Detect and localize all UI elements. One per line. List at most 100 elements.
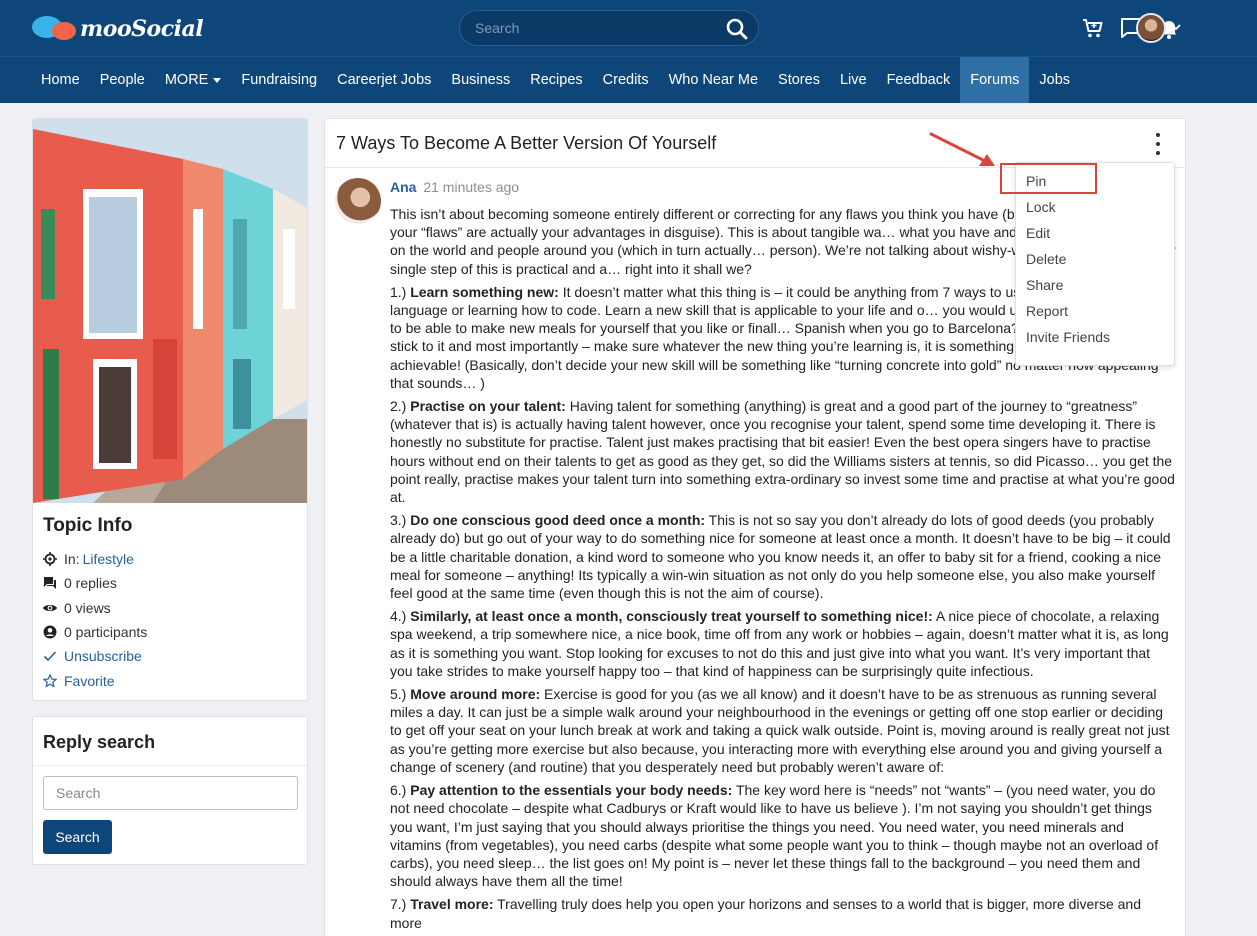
nav-item-label: Careerjet Jobs (337, 72, 432, 88)
nav-item-label: Forums (970, 72, 1020, 88)
check-icon (43, 649, 57, 663)
nav-item-recipes[interactable]: Recipes (520, 57, 592, 103)
nav-item-stores[interactable]: Stores (768, 57, 830, 103)
nav-item-credits[interactable]: Credits (593, 57, 659, 103)
nav-item-home[interactable]: Home (31, 57, 90, 103)
post-point: 2.) Practise on your talent: Having tale… (390, 397, 1176, 506)
topic-info: Topic Info In: Lifestyle 0 replies 0 vie… (43, 515, 147, 693)
menu-item-invite-friends[interactable]: Invite Friends (1016, 324, 1174, 350)
post-time: 21 minutes ago (423, 179, 520, 195)
top-header: mooSocial (0, 0, 1257, 56)
nav-item-who-near-me[interactable]: Who Near Me (659, 57, 768, 103)
logo-text: mooSocial (80, 16, 204, 42)
nav-item-jobs[interactable]: Jobs (1029, 57, 1080, 103)
topic-image (33, 119, 307, 503)
point-heading: Similarly, at least once a month, consci… (410, 608, 933, 625)
point-number: 5.) (390, 686, 407, 703)
logo-icon (32, 14, 78, 44)
star-icon (43, 673, 57, 688)
account-icon (43, 625, 57, 639)
views-count: 0 views (64, 599, 111, 616)
favorite-row[interactable]: Favorite (43, 668, 147, 692)
reply-search-card: Reply search Search (32, 716, 308, 865)
point-number: 2.) (390, 398, 407, 415)
menu-item-edit[interactable]: Edit (1016, 220, 1174, 246)
point-heading: Do one conscious good deed once a month: (410, 512, 706, 529)
nav-item-label: Recipes (530, 72, 583, 88)
nav-item-label: Home (41, 72, 80, 88)
topic-participants-row: 0 participants (43, 620, 147, 644)
nav-item-feedback[interactable]: Feedback (877, 57, 961, 103)
point-text: The key word here is “needs” not “wants”… (390, 782, 1159, 890)
post-point: 3.) Do one conscious good deed once a mo… (390, 511, 1176, 602)
nav-item-fundraising[interactable]: Fundraising (231, 57, 327, 103)
post-point: 4.) Similarly, at least once a month, co… (390, 607, 1176, 680)
annotation-arrow (929, 132, 995, 166)
nav-item-more[interactable]: MORE (155, 57, 232, 103)
more-options-icon[interactable] (1153, 133, 1163, 155)
point-text: Travelling truly does help you open your… (390, 896, 1141, 931)
point-number: 3.) (390, 512, 407, 529)
post-point: 7.) Travel more: Travelling truly does h… (390, 895, 1176, 931)
post-meta: Ana 21 minutes ago (390, 179, 519, 195)
point-number: 4.) (390, 608, 407, 625)
caret-down-icon (213, 77, 222, 83)
participants-count: 0 participants (64, 624, 148, 641)
post-point: 5.) Move around more: Exercise is good f… (390, 685, 1176, 776)
reply-search-input[interactable] (43, 776, 298, 810)
point-number: 7.) (390, 896, 407, 913)
favorite-link[interactable]: Favorite (64, 673, 115, 689)
top-search-input[interactable] (460, 11, 700, 45)
top-search-box (459, 10, 759, 46)
in-label: In: (64, 551, 80, 568)
reply-search-title: Reply search (43, 732, 156, 752)
menu-item-delete[interactable]: Delete (1016, 246, 1174, 272)
target-icon (43, 552, 57, 567)
point-heading: Pay attention to the essentials your bod… (410, 782, 733, 799)
site-logo[interactable]: mooSocial (32, 14, 204, 44)
eye-icon (43, 601, 57, 615)
topic-replies-row: 0 replies (43, 571, 147, 595)
chevron-down-icon[interactable] (1170, 20, 1182, 36)
point-heading: Learn something new: (410, 283, 559, 300)
unsubscribe-row[interactable]: Unsubscribe (43, 644, 147, 668)
menu-item-report[interactable]: Report (1016, 298, 1174, 324)
menu-item-lock[interactable]: Lock (1016, 194, 1174, 220)
main-nav: Home People MORE Fundraising Careerjet Jobs B… (0, 56, 1257, 103)
nav-item-label: Live (839, 72, 867, 88)
author-name[interactable]: Ana (390, 179, 416, 195)
point-number: 1.) (390, 283, 407, 300)
search-icon[interactable] (726, 18, 748, 43)
menu-item-share[interactable]: Share (1016, 272, 1174, 298)
nav-item-label: Who Near Me (668, 72, 759, 88)
unsubscribe-link[interactable]: Unsubscribe (64, 648, 142, 664)
category-link[interactable]: Lifestyle (83, 551, 134, 567)
topic-views-row: 0 views (43, 596, 147, 620)
topic-category-row: In: Lifestyle (43, 547, 147, 571)
nav-item-label: Jobs (1039, 72, 1071, 88)
point-heading: Move around more: (410, 686, 541, 703)
author-avatar[interactable] (335, 178, 381, 224)
reply-search-button[interactable]: Search (43, 820, 112, 854)
nav-item-label: Business (451, 72, 511, 88)
post-header: 7 Ways To Become A Better Version Of You… (325, 119, 1185, 168)
post-point: 6.) Pay attention to the essentials your… (390, 781, 1176, 890)
pin-highlight-box (1000, 163, 1097, 194)
user-avatar[interactable] (1136, 13, 1166, 43)
nav-item-live[interactable]: Live (830, 57, 877, 103)
nav-item-label: Stores (778, 72, 820, 88)
nav-item-people[interactable]: People (90, 57, 155, 103)
replies-count: 0 replies (64, 575, 117, 592)
nav-item-careerjet-jobs[interactable]: Careerjet Jobs (327, 57, 441, 103)
post-title: 7 Ways To Become A Better Version Of You… (336, 133, 717, 153)
divider (33, 765, 307, 766)
nav-item-business[interactable]: Business (441, 57, 520, 103)
nav-item-forums[interactable]: Forums (960, 57, 1030, 103)
nav-item-label: People (99, 72, 145, 88)
cart-icon[interactable] (1081, 16, 1105, 40)
nav-item-label: Credits (602, 72, 649, 88)
topic-info-title: Topic Info (43, 515, 133, 536)
point-heading: Travel more: (410, 896, 494, 913)
point-heading: Practise on your talent: (410, 398, 566, 415)
point-number: 6.) (390, 782, 407, 799)
